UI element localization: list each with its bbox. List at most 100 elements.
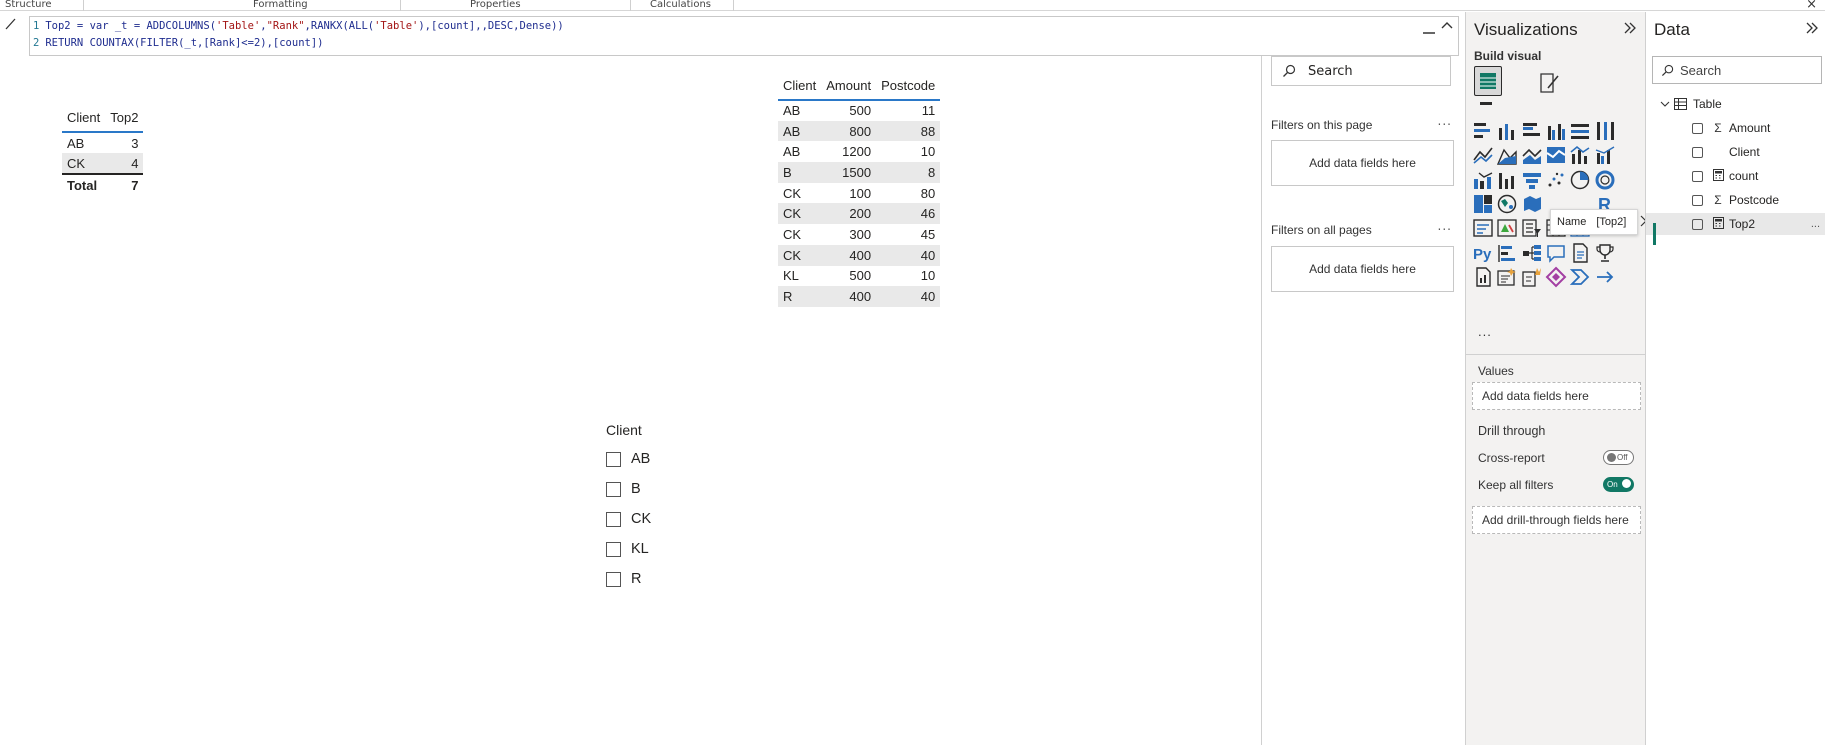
ribbon-chart-icon[interactable] [1545,144,1569,168]
column-chart-icon[interactable] [1496,169,1520,193]
client-amount-table-visual[interactable]: Client Amount Postcode AB 500 11 AB 800 88 AB 1… [778,74,941,307]
arrow-icon[interactable] [1594,266,1618,290]
build-visual-tab[interactable] [1474,66,1502,96]
values-well[interactable]: Add data fields here [1472,382,1641,410]
column-header-amount[interactable]: Amount [821,74,877,101]
collapse-pane-icon[interactable] [1623,20,1637,40]
more-visuals-icon[interactable]: ... [1478,324,1492,339]
area-chart-icon[interactable] [1496,144,1520,168]
drill-through-well[interactable]: Add drill-through fields here [1472,506,1641,534]
checkbox[interactable] [606,511,621,527]
field-count[interactable]: count [1646,165,1825,187]
add-all-pages-filter-well[interactable]: Add data fields here [1271,246,1454,292]
line-column-icon[interactable] [1569,144,1593,168]
slicer-item[interactable]: AB [606,444,651,474]
donut-chart-icon[interactable] [1594,169,1618,193]
field-amount[interactable]: Σ Amount [1646,117,1825,139]
ribbon-formatting[interactable]: Formatting [253,0,308,10]
checkbox[interactable] [606,571,621,587]
checkbox[interactable] [606,541,621,557]
column-header-client[interactable]: Client [62,106,106,133]
slicer-icon[interactable] [1521,217,1545,241]
chevron-down-icon[interactable] [1660,99,1670,109]
card-icon[interactable] [1472,217,1496,241]
map-icon[interactable] [1496,193,1520,217]
python-visual-icon[interactable]: Py [1472,242,1496,266]
more-options-icon[interactable]: ... [1438,114,1452,128]
clustered-column-icon[interactable] [1545,120,1569,144]
table-row[interactable]: B 1500 8 [778,162,941,183]
field-checkbox[interactable] [1692,146,1703,158]
cross-report-toggle[interactable]: Off [1603,450,1634,465]
paginated-report-icon[interactable] [1569,242,1593,266]
stacked-bar-icon[interactable] [1472,120,1496,144]
decomposition-tree-icon[interactable] [1521,242,1545,266]
more-options-icon[interactable]: ... [1811,218,1820,230]
stacked-column-icon[interactable] [1496,120,1520,144]
formula-editor[interactable]: 1 Top2 = var _t = ADDCOLUMNS('Table',"Ran… [29,16,1459,56]
power-apps-icon[interactable] [1545,266,1569,290]
slicer-item[interactable]: B [606,474,651,504]
table-row[interactable]: CK 100 80 [778,183,940,204]
waterfall-icon[interactable] [1472,169,1496,193]
chevron-up-icon[interactable] [1440,19,1454,37]
field-checkbox[interactable] [1692,170,1703,182]
qa-icon[interactable] [1545,242,1569,266]
more-options-icon[interactable]: ... [1438,219,1452,233]
slicer-item[interactable]: CK [606,504,651,534]
field-client[interactable]: Client [1646,141,1825,163]
line-clustered-icon[interactable] [1594,144,1618,168]
table-row[interactable]: AB 3 [62,132,143,153]
checkbox[interactable] [606,481,621,497]
power-automate-icon[interactable] [1569,266,1593,290]
line-chart-icon[interactable] [1472,144,1496,168]
ribbon-calculations[interactable]: Calculations [650,0,711,10]
checkbox[interactable] [606,451,621,467]
keep-all-filters-toggle[interactable]: On [1603,477,1634,492]
commit-formula-icon[interactable] [3,16,27,40]
key-influencers-icon[interactable] [1496,242,1520,266]
collapse-pane-icon[interactable] [1805,20,1819,40]
treemap-icon[interactable] [1472,193,1496,217]
client-slicer[interactable]: Client AB B CK KL R [606,422,651,594]
table-row[interactable]: AB 500 11 [778,100,940,121]
field-checkbox[interactable] [1692,218,1703,230]
table-row[interactable]: CK 200 46 [778,203,941,225]
data-search-input[interactable]: Search [1652,56,1822,84]
add-page-filter-well[interactable]: Add data fields here [1271,140,1454,186]
close-icon[interactable]: × [1806,0,1817,12]
stacked-area-icon[interactable] [1521,144,1545,168]
table-row[interactable]: R 400 40 [778,286,941,307]
filled-map-icon[interactable] [1521,193,1545,217]
slicer-item[interactable]: R [606,564,651,594]
table-row[interactable]: CK 300 45 [778,224,940,245]
narrative-icon[interactable] [1472,266,1496,290]
ribbon-properties[interactable]: Properties [470,0,521,10]
ribbon-structure[interactable]: Structure [5,0,52,10]
table-row[interactable]: AB 1200 10 [778,141,940,162]
table-row[interactable]: CK 4 [62,153,144,174]
table-row[interactable]: CK 400 40 [778,244,941,266]
filter-search-input[interactable]: Search [1271,56,1451,86]
field-postcode[interactable]: Σ Postcode [1646,189,1825,211]
column-header-top2[interactable]: Top2 [105,106,144,133]
scatter-icon[interactable] [1545,169,1569,193]
table-row[interactable]: AB 800 88 [778,120,941,142]
field-checkbox[interactable] [1692,122,1703,134]
minimize-icon[interactable] [1422,21,1436,39]
top2-table-visual[interactable]: Client Top2 AB 3 CK 4 Total 7 [62,106,144,195]
pie-chart-icon[interactable] [1569,169,1593,193]
field-top2[interactable]: Top2... [1646,213,1825,235]
field-checkbox[interactable] [1692,194,1703,206]
funnel-icon[interactable] [1521,169,1545,193]
report-canvas[interactable]: Client Top2 AB 3 CK 4 Total 7 Client Amo… [0,56,1262,745]
smart-narrative-icon[interactable] [1496,266,1520,290]
table-row[interactable]: KL 500 10 [778,266,940,287]
table-node[interactable]: Table [1646,93,1825,115]
metrics-icon[interactable] [1521,266,1545,290]
clustered-bar-icon[interactable] [1521,120,1545,144]
column-header-postcode[interactable]: Postcode [876,74,941,101]
100-column-icon[interactable] [1594,120,1618,144]
format-visual-tab[interactable] [1536,70,1562,102]
trophy-icon[interactable] [1594,242,1618,266]
